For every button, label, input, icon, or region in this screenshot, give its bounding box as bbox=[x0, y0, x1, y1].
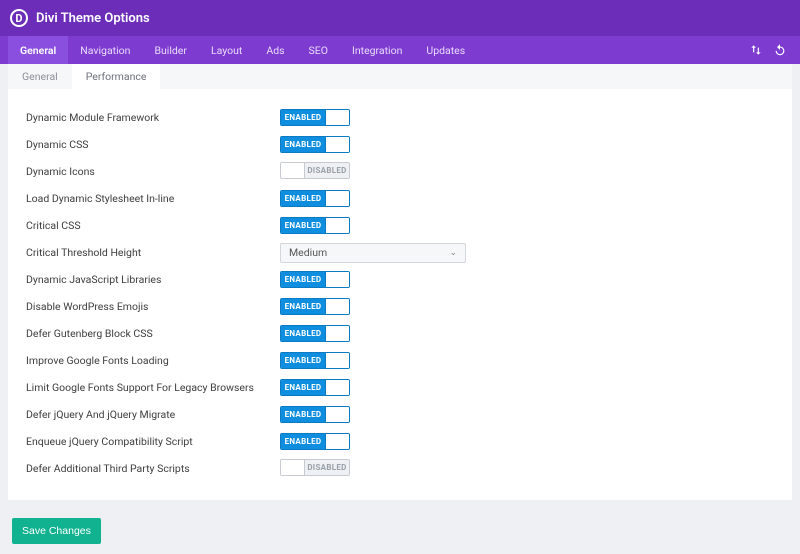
subtab-general[interactable]: General bbox=[8, 64, 72, 89]
footer-bar: Save Changes bbox=[0, 508, 800, 554]
setting-toggle[interactable]: ENABLED bbox=[280, 325, 350, 342]
nav-spacer bbox=[477, 36, 744, 64]
setting-label: Dynamic Icons bbox=[26, 165, 280, 178]
setting-label: Defer jQuery And jQuery Migrate bbox=[26, 408, 280, 421]
toggle-state-label: ENABLED bbox=[281, 272, 325, 287]
app-root: D Divi Theme Options GeneralNavigationBu… bbox=[0, 0, 800, 554]
setting-row: Dynamic Icons DISABLED bbox=[26, 158, 774, 185]
setting-toggle[interactable]: ENABLED bbox=[280, 109, 350, 126]
setting-toggle[interactable]: DISABLED bbox=[280, 459, 350, 476]
setting-label: Critical Threshold Height bbox=[26, 246, 280, 259]
setting-row: Dynamic Module FrameworkENABLED bbox=[26, 104, 774, 131]
nav-tab-general[interactable]: General bbox=[8, 36, 68, 64]
setting-row: Defer jQuery And jQuery MigrateENABLED bbox=[26, 401, 774, 428]
nav-tab-navigation[interactable]: Navigation bbox=[68, 36, 142, 64]
setting-row: Improve Google Fonts LoadingENABLED bbox=[26, 347, 774, 374]
toggle-state-label: DISABLED bbox=[305, 163, 349, 178]
setting-label: Defer Additional Third Party Scripts bbox=[26, 462, 280, 475]
setting-row: Load Dynamic Stylesheet In-lineENABLED bbox=[26, 185, 774, 212]
setting-label: Limit Google Fonts Support For Legacy Br… bbox=[26, 381, 280, 394]
nav-tab-builder[interactable]: Builder bbox=[142, 36, 198, 64]
setting-toggle[interactable]: ENABLED bbox=[280, 217, 350, 234]
setting-toggle[interactable]: ENABLED bbox=[280, 406, 350, 423]
toggle-state-label: ENABLED bbox=[281, 407, 325, 422]
save-changes-button[interactable]: Save Changes bbox=[12, 518, 101, 544]
chevron-down-icon: ⌄ bbox=[449, 248, 457, 258]
subtab-performance[interactable]: Performance bbox=[72, 64, 161, 89]
toggle-state-label: ENABLED bbox=[281, 380, 325, 395]
select-value: Medium bbox=[289, 246, 327, 259]
primary-nav: GeneralNavigationBuilderLayoutAdsSEOInte… bbox=[0, 36, 800, 64]
setting-label: Dynamic Module Framework bbox=[26, 111, 280, 124]
toggle-state-label: DISABLED bbox=[305, 460, 349, 475]
toggle-state-label: ENABLED bbox=[281, 137, 325, 152]
settings-panel: Dynamic Module FrameworkENABLEDDynamic C… bbox=[8, 90, 792, 500]
setting-row: Dynamic JavaScript LibrariesENABLED bbox=[26, 266, 774, 293]
nav-tab-integration[interactable]: Integration bbox=[340, 36, 414, 64]
setting-row: Critical Threshold Height Medium ⌄ bbox=[26, 239, 774, 266]
setting-label: Critical CSS bbox=[26, 219, 280, 232]
sort-icon[interactable] bbox=[744, 36, 768, 64]
setting-select[interactable]: Medium ⌄ bbox=[280, 243, 466, 263]
setting-toggle[interactable]: DISABLED bbox=[280, 162, 350, 179]
setting-toggle[interactable]: ENABLED bbox=[280, 190, 350, 207]
nav-tab-ads[interactable]: Ads bbox=[254, 36, 296, 64]
toggle-state-label: ENABLED bbox=[281, 191, 325, 206]
setting-label: Dynamic JavaScript Libraries bbox=[26, 273, 280, 286]
secondary-nav: GeneralPerformance bbox=[8, 64, 792, 90]
setting-row: Dynamic CSSENABLED bbox=[26, 131, 774, 158]
toggle-state-label: ENABLED bbox=[281, 299, 325, 314]
setting-toggle[interactable]: ENABLED bbox=[280, 136, 350, 153]
setting-toggle[interactable]: ENABLED bbox=[280, 379, 350, 396]
setting-toggle[interactable]: ENABLED bbox=[280, 352, 350, 369]
setting-label: Defer Gutenberg Block CSS bbox=[26, 327, 280, 340]
toggle-state-label: ENABLED bbox=[281, 434, 325, 449]
setting-label: Load Dynamic Stylesheet In-line bbox=[26, 192, 280, 205]
page-title: Divi Theme Options bbox=[36, 11, 150, 26]
setting-label: Dynamic CSS bbox=[26, 138, 280, 151]
setting-row: Limit Google Fonts Support For Legacy Br… bbox=[26, 374, 774, 401]
nav-tab-layout[interactable]: Layout bbox=[199, 36, 254, 64]
setting-row: Critical CSSENABLED bbox=[26, 212, 774, 239]
nav-tab-updates[interactable]: Updates bbox=[414, 36, 477, 64]
setting-label: Improve Google Fonts Loading bbox=[26, 354, 280, 367]
toggle-state-label: ENABLED bbox=[281, 326, 325, 341]
setting-row: Defer Gutenberg Block CSSENABLED bbox=[26, 320, 774, 347]
divi-logo-icon: D bbox=[10, 9, 28, 27]
setting-label: Enqueue jQuery Compatibility Script bbox=[26, 435, 280, 448]
setting-row: Enqueue jQuery Compatibility ScriptENABL… bbox=[26, 428, 774, 455]
setting-toggle[interactable]: ENABLED bbox=[280, 433, 350, 450]
toggle-state-label: ENABLED bbox=[281, 218, 325, 233]
setting-label: Disable WordPress Emojis bbox=[26, 300, 280, 313]
toggle-state-label: ENABLED bbox=[281, 353, 325, 368]
header-bar: D Divi Theme Options bbox=[0, 0, 800, 36]
toggle-state-label: ENABLED bbox=[281, 110, 325, 125]
setting-row: Defer Additional Third Party Scripts DISA… bbox=[26, 455, 774, 482]
setting-row: Disable WordPress EmojisENABLED bbox=[26, 293, 774, 320]
reset-icon[interactable] bbox=[768, 36, 792, 64]
setting-toggle[interactable]: ENABLED bbox=[280, 298, 350, 315]
nav-tab-seo[interactable]: SEO bbox=[297, 36, 340, 64]
setting-toggle[interactable]: ENABLED bbox=[280, 271, 350, 288]
